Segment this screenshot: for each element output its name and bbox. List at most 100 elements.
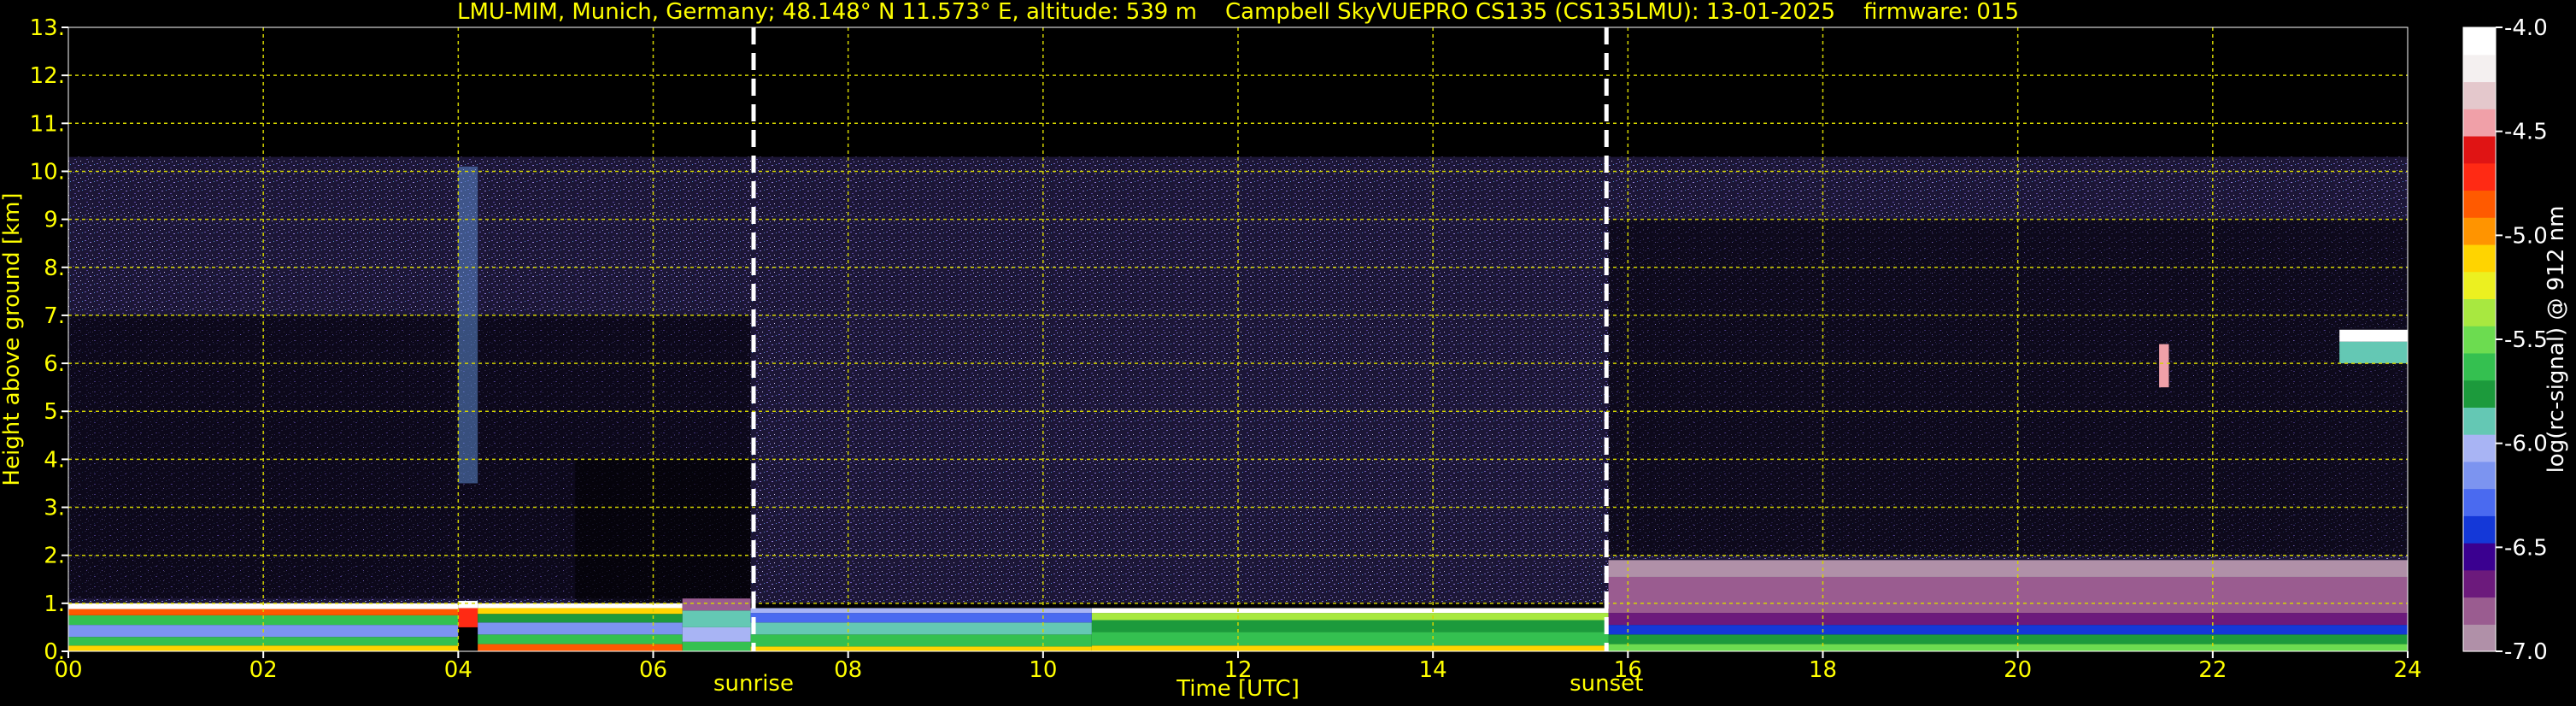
colorbar-swatch <box>2463 543 2496 571</box>
colorbar-swatch <box>2463 135 2496 164</box>
x-tick-label: 24 <box>2393 657 2421 683</box>
y-tick-label: 8. <box>44 256 65 281</box>
colorbar-swatch <box>2463 434 2496 462</box>
x-tick-label: 06 <box>639 657 667 683</box>
y-tick-label: 13. <box>30 15 65 41</box>
colorbar-swatch <box>2463 488 2496 516</box>
boundary-layer-band <box>682 610 751 627</box>
colorbar-tick-label: -4.5 <box>2504 120 2548 145</box>
y-axis-ticks: 0. 1. 2. 3. 4. 5. 6. 7. 8. 9. 10. 11. 12. 13. <box>30 15 68 665</box>
colorbar-swatch <box>2463 162 2496 191</box>
streak <box>458 166 478 484</box>
cloud <box>2339 329 2408 342</box>
y-tick-label: 2. <box>44 544 65 569</box>
colorbar-swatch <box>2463 271 2496 299</box>
colorbar-swatch <box>2463 379 2496 408</box>
cloud <box>2159 344 2169 388</box>
y-tick-label: 7. <box>44 303 65 329</box>
y-tick-label: 5. <box>44 399 65 425</box>
colorbar-tick-label: -6.0 <box>2504 432 2548 457</box>
boundary-layer-band <box>458 608 478 627</box>
y-tick-label: 12. <box>30 63 65 89</box>
boundary-layer-band <box>478 634 683 644</box>
chart-figure: sunrise sunset 00 02 04 06 08 10 12 14 16 18 20 22 24… <box>0 0 2569 702</box>
colorbar-label: log(rc-signal) @ 912 nm <box>2544 206 2569 474</box>
boundary-layer-band <box>478 614 683 623</box>
y-tick-label: 6. <box>44 351 65 377</box>
colorbar-swatch <box>2463 298 2496 327</box>
y-tick-label: 3. <box>44 496 65 521</box>
y-tick-label: 0. <box>44 639 65 665</box>
colorbar-tick-label: -7.0 <box>2504 639 2548 665</box>
boundary-layer-band <box>478 608 683 615</box>
colorbar-swatch <box>2463 244 2496 273</box>
y-tick-label: 9. <box>44 208 65 233</box>
colorbar-tick-label: -4.0 <box>2504 15 2548 41</box>
y-tick-label: 1. <box>44 591 65 617</box>
colorbar-swatch <box>2463 597 2496 625</box>
boundary-layer-band <box>478 622 683 635</box>
noise-region-sparse <box>1608 219 2408 556</box>
y-tick-label: 11. <box>30 111 65 137</box>
y-axis-label: Height above ground [km] <box>0 192 25 485</box>
boundary-layer-band <box>750 613 1092 623</box>
plot-area: sunrise sunset <box>67 26 2409 697</box>
boundary-layer-band <box>1091 632 1609 646</box>
x-axis-label: Time [UTC] <box>1176 676 1300 702</box>
boundary-layer-band <box>478 644 683 651</box>
y-tick-label: 10. <box>30 159 65 185</box>
boundary-layer-band <box>1608 613 2408 626</box>
colorbar-swatches <box>2463 27 2496 652</box>
colorbar-tick-label: -5.0 <box>2504 223 2548 249</box>
colorbar-swatch <box>2463 624 2496 652</box>
x-tick-label: 18 <box>1809 657 1837 683</box>
x-tick-label: 02 <box>249 657 278 683</box>
boundary-layer-band <box>750 646 1092 651</box>
noise-region-dark <box>575 459 751 603</box>
colorbar-swatch <box>2463 190 2496 218</box>
x-tick-label: 16 <box>1614 657 1642 683</box>
colorbar-swatch <box>2463 81 2496 109</box>
boundary-layer-band <box>1091 608 1609 614</box>
boundary-layer-band <box>750 622 1092 635</box>
sunrise-label: sunrise <box>713 671 794 697</box>
colorbar-swatch <box>2463 461 2496 490</box>
x-tick-label: 04 <box>444 657 472 683</box>
y-tick-label: 4. <box>44 447 65 473</box>
x-tick-label: 08 <box>834 657 862 683</box>
cloud <box>2339 341 2408 364</box>
colorbar-swatch <box>2463 54 2496 83</box>
colorbar-swatch <box>2463 217 2496 245</box>
colorbar-swatch <box>2463 515 2496 544</box>
boundary-layer-band <box>750 634 1092 647</box>
boundary-layer-band <box>1608 576 2408 614</box>
colorbar-swatch <box>2463 109 2496 137</box>
colorbar-swatch <box>2463 407 2496 435</box>
colorbar-swatch <box>2463 326 2496 354</box>
boundary-layer-band <box>1608 560 2408 577</box>
colorbar-tick-label: -6.5 <box>2504 535 2548 561</box>
colorbar: -7.0 -6.5 -6.0 -5.5 -5.0 -4.5 -4.0 log(rc-sign… <box>2462 15 2569 665</box>
boundary-layer-band <box>682 598 751 611</box>
colorbar-swatch <box>2463 27 2496 56</box>
boundary-layer-band <box>458 601 478 609</box>
x-tick-label: 14 <box>1419 657 1447 683</box>
boundary-layer-band <box>1091 645 1609 651</box>
x-tick-label: 10 <box>1029 657 1057 683</box>
colorbar-swatch <box>2463 352 2496 381</box>
boundary-layer-band <box>1091 620 1609 632</box>
boundary-layer-band <box>682 641 751 651</box>
colorbar-ticks: -7.0 -6.5 -6.0 -5.5 -5.0 -4.5 -4.0 <box>2496 15 2548 665</box>
boundary-layer-band <box>682 627 751 642</box>
boundary-layer-band <box>478 603 683 609</box>
colorbar-swatch <box>2463 569 2496 598</box>
colorbar-tick-label: -5.5 <box>2504 327 2548 353</box>
x-tick-label: 20 <box>2004 657 2032 683</box>
boundary-layer-band <box>750 608 1092 614</box>
boundary-layer-band <box>1608 644 2408 651</box>
boundary-layer-band <box>1608 634 2408 644</box>
chart-title: LMU-MIM, Munich, Germany; 48.148° N 11.5… <box>457 0 2019 25</box>
boundary-layer-band <box>458 627 478 651</box>
x-tick-label: 22 <box>2198 657 2227 683</box>
boundary-layer-band <box>1091 613 1609 621</box>
